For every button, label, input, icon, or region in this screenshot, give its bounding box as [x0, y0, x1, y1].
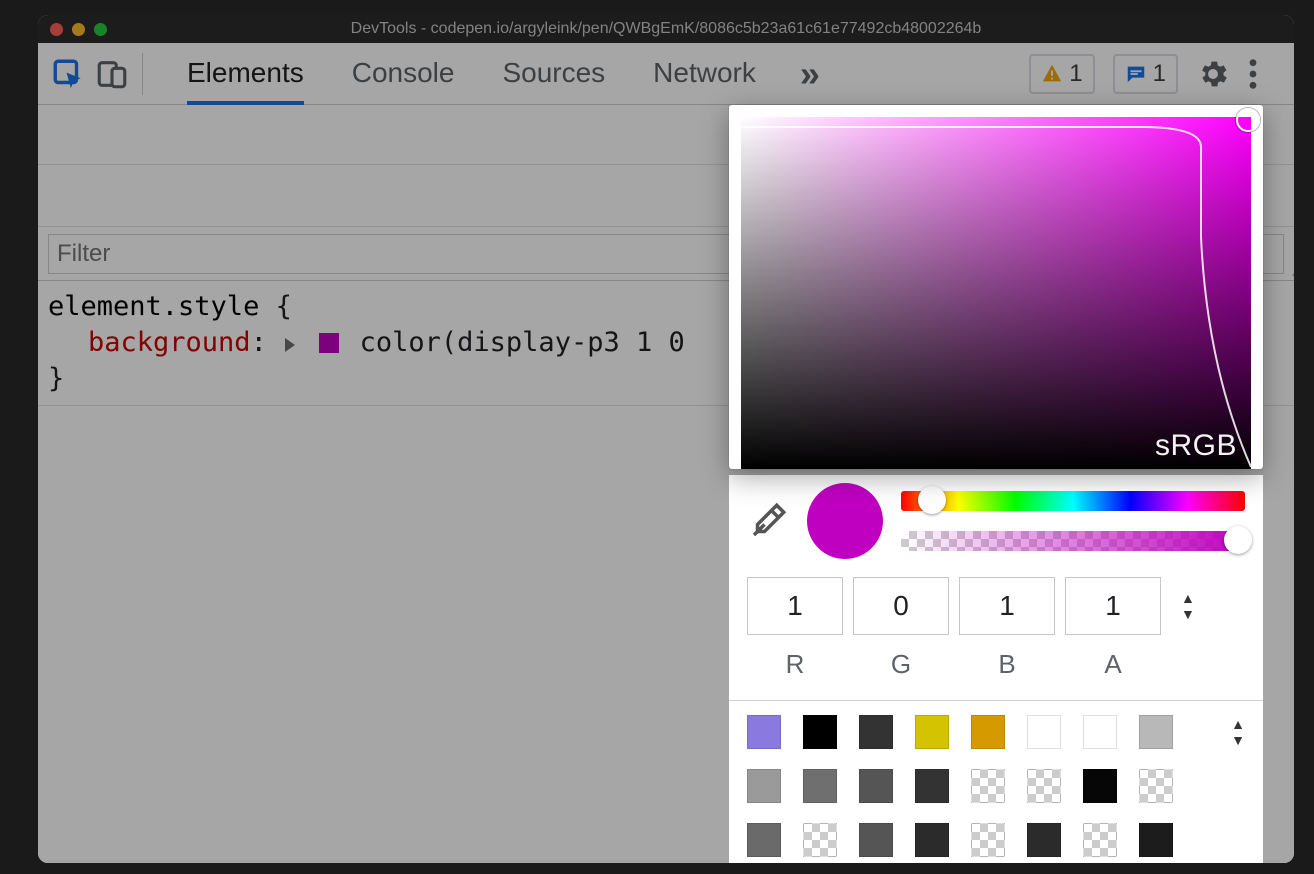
channel-g-input[interactable]: 0 [853, 577, 949, 635]
palette-swatch[interactable] [803, 823, 837, 857]
minimize-window-button[interactable] [72, 23, 85, 36]
kebab-menu-icon[interactable] [1248, 57, 1282, 91]
panel-tabs: Elements Console Sources Network [187, 43, 756, 105]
palette-swatch[interactable] [1139, 715, 1173, 749]
channel-g-label: G [853, 649, 949, 680]
color-picker-popover: sRGB [729, 105, 1263, 469]
channel-b-input[interactable]: 1 [959, 577, 1055, 635]
palette-swatch[interactable] [747, 715, 781, 749]
message-icon [1125, 63, 1147, 85]
palette-swatch[interactable] [1083, 823, 1117, 857]
palette-swatch[interactable] [1027, 715, 1061, 749]
sidebar-collapse-icon[interactable] [1292, 263, 1294, 287]
palette-swatch[interactable] [971, 769, 1005, 803]
channel-a-input[interactable]: 1 [1065, 577, 1161, 635]
warnings-count: 1 [1069, 60, 1082, 88]
css-property-value[interactable]: color(display-p3 1 0 [360, 327, 685, 358]
eyedropper-icon[interactable] [747, 500, 789, 542]
current-color-swatch [807, 483, 883, 559]
palette-switcher-icon[interactable]: ▲▼ [1231, 716, 1245, 748]
channel-r-label: R [747, 649, 843, 680]
window-title: DevTools - codepen.io/argyleink/pen/QWBg… [38, 20, 1294, 38]
expand-value-icon[interactable] [285, 338, 295, 352]
toolbar-separator [142, 53, 143, 95]
tab-sources[interactable]: Sources [502, 43, 605, 105]
messages-count: 1 [1153, 60, 1166, 88]
channel-r-input[interactable]: 1 [747, 577, 843, 635]
tab-elements[interactable]: Elements [187, 43, 304, 105]
maximize-window-button[interactable] [94, 23, 107, 36]
palette-swatch[interactable] [1083, 715, 1117, 749]
device-toggle-icon[interactable] [94, 56, 130, 92]
warning-icon [1041, 63, 1063, 85]
gamut-boundary-line [741, 117, 1251, 469]
tab-network[interactable]: Network [653, 43, 756, 105]
css-selector: element.style [48, 291, 259, 322]
hue-slider[interactable] [901, 491, 1245, 511]
palette-swatch[interactable] [971, 715, 1005, 749]
warnings-badge[interactable]: 1 [1029, 54, 1094, 94]
css-property-name[interactable]: background [88, 327, 251, 358]
color-swatch-icon[interactable] [319, 333, 339, 353]
palette-swatch[interactable] [1027, 823, 1061, 857]
traffic-lights [50, 23, 107, 36]
alpha-slider[interactable] [901, 531, 1245, 551]
inspect-icon[interactable] [50, 56, 86, 92]
close-window-button[interactable] [50, 23, 63, 36]
palette-swatch[interactable] [747, 823, 781, 857]
format-switcher-icon[interactable]: ▲▼ [1181, 590, 1195, 622]
palette-swatch[interactable] [859, 823, 893, 857]
palette-swatch[interactable] [1027, 769, 1061, 803]
color-spectrum[interactable]: sRGB [741, 117, 1251, 469]
color-picker-controls: 1 0 1 1 ▲▼ R G B A ▲▼ [729, 475, 1263, 863]
more-tabs-icon[interactable]: » [800, 53, 816, 95]
close-brace: } [48, 363, 64, 394]
channel-a-label: A [1065, 649, 1161, 680]
palette-swatch[interactable] [1139, 823, 1173, 857]
tab-console[interactable]: Console [352, 43, 455, 105]
palette-swatch[interactable] [915, 823, 949, 857]
palette-swatch[interactable] [803, 769, 837, 803]
palette-swatch[interactable] [915, 769, 949, 803]
palette-divider [729, 700, 1263, 701]
alpha-thumb[interactable] [1224, 526, 1252, 554]
messages-badge[interactable]: 1 [1113, 54, 1178, 94]
palette-swatch[interactable] [803, 715, 837, 749]
palette-swatch[interactable] [859, 715, 893, 749]
palette-swatch[interactable] [971, 823, 1005, 857]
titlebar: DevTools - codepen.io/argyleink/pen/QWBg… [38, 15, 1294, 43]
palette-swatch[interactable] [1139, 769, 1173, 803]
settings-icon[interactable] [1196, 57, 1230, 91]
open-brace: { [276, 291, 292, 322]
palette-swatch[interactable] [859, 769, 893, 803]
spectrum-cursor[interactable] [1236, 108, 1260, 132]
palette-swatch[interactable] [915, 715, 949, 749]
devtools-toolbar: Elements Console Sources Network » 1 1 [38, 43, 1294, 105]
palette-swatch[interactable] [1083, 769, 1117, 803]
palette-grid: ▲▼ [747, 715, 1245, 857]
channel-b-label: B [959, 649, 1055, 680]
devtools-window: DevTools - codepen.io/argyleink/pen/QWBg… [38, 15, 1294, 863]
hue-thumb[interactable] [918, 486, 946, 514]
gamut-label: sRGB [1155, 429, 1237, 463]
palette-swatch[interactable] [747, 769, 781, 803]
